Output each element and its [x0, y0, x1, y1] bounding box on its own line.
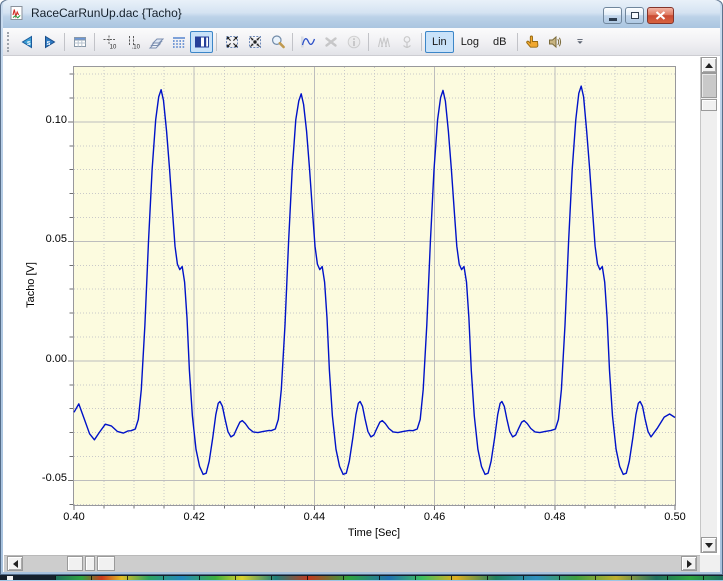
vertical-scroll-thumb[interactable] — [701, 73, 717, 98]
horizontal-split-handle[interactable] — [85, 556, 95, 571]
scroll-left-button[interactable] — [7, 556, 23, 571]
prev-triangle-s-icon: s — [19, 34, 35, 50]
scroll-right-button[interactable] — [681, 556, 697, 571]
background-window-strip — [0, 575, 723, 581]
restore-icon — [631, 12, 639, 19]
y-tick-label: 0.10 — [3, 114, 67, 126]
toolbar-separator — [94, 33, 95, 51]
horizontal-scroll-thumb[interactable] — [67, 556, 83, 571]
scroll-up-icon — [705, 59, 713, 68]
waveform-chart[interactable] — [74, 67, 675, 505]
zoom-tool-button[interactable] — [266, 31, 289, 53]
svg-text:.10: .10 — [131, 44, 140, 50]
y-tick-label: -0.05 — [3, 472, 67, 484]
x-axis-label: Time [Sec] — [348, 527, 400, 539]
zoom-out-full-button[interactable] — [220, 31, 243, 53]
table-icon — [72, 34, 88, 50]
speaker-icon — [547, 34, 563, 50]
toolbar-separator — [216, 33, 217, 51]
toolbar-separator — [368, 33, 369, 51]
scroll-right-icon — [687, 560, 696, 568]
magnifier-icon — [270, 34, 286, 50]
plot-area[interactable] — [73, 66, 676, 506]
signal-document-icon — [9, 5, 25, 21]
lin-scale-button[interactable]: Lin — [425, 31, 454, 53]
x-tick-label: 0.50 — [664, 511, 685, 523]
vertical-scrollbar[interactable] — [700, 57, 717, 553]
cross-icon — [323, 34, 339, 50]
scroll-left-icon — [9, 560, 18, 568]
svg-text:s: s — [26, 39, 30, 46]
titlebar[interactable]: RaceCarRunUp.dac {Tacho} — [3, 0, 720, 28]
db-scale-button[interactable]: dB — [486, 31, 513, 53]
prev-section-button[interactable]: s — [15, 31, 38, 53]
info-icon — [346, 34, 362, 50]
vertical-split-handle[interactable] — [701, 99, 717, 111]
crosshair-10-icon: 10 — [102, 34, 118, 50]
hand-pointer-icon — [524, 34, 540, 50]
plot-panel: Tacho [V] Time [Sec] 0.40 0.42 0.44 0.46 0.4… — [3, 56, 700, 554]
plot-window-content: Tacho [V] Time [Sec] 0.40 0.42 0.44 0.46 0.4… — [3, 56, 720, 572]
vlines-10-icon: .10 — [125, 34, 141, 50]
toolbar: s s 10 .10 LinLogdB — [3, 28, 720, 56]
minimize-button[interactable] — [603, 7, 622, 24]
table-view-button[interactable] — [68, 31, 91, 53]
wave-icon — [300, 34, 316, 50]
x-tick-label: 0.44 — [304, 511, 325, 523]
expand-arrows-icon — [224, 34, 240, 50]
toolbar-separator — [64, 33, 65, 51]
window-title: RaceCarRunUp.dac {Tacho} — [31, 6, 182, 20]
pointer-mode-button[interactable] — [521, 31, 544, 53]
x-tick-label: 0.40 — [63, 511, 84, 523]
edit-signal-button[interactable] — [296, 31, 319, 53]
dashed-rows-icon — [171, 34, 187, 50]
next-triangle-s-icon: s — [42, 34, 58, 50]
delete-signal-button — [319, 31, 342, 53]
app-window: RaceCarRunUp.dac {Tacho} s s 10 .10 LinLogdB… — [0, 0, 723, 575]
split-panel-icon — [194, 34, 210, 50]
close-button[interactable] — [647, 7, 674, 24]
horizontal-scroll-thumb-2[interactable] — [97, 556, 115, 571]
toolbar-drag-handle[interactable] — [7, 32, 12, 52]
restore-button[interactable] — [625, 7, 644, 24]
grid-rows-button[interactable] — [167, 31, 190, 53]
y-axis-label: Tacho [V] — [25, 262, 37, 308]
svg-text:s: s — [46, 39, 50, 46]
info-button — [342, 31, 365, 53]
plumb-icon — [399, 34, 415, 50]
probe-button — [395, 31, 418, 53]
minimize-icon — [609, 18, 617, 21]
audio-replay-button[interactable] — [544, 31, 567, 53]
shrink-arrows-icon — [247, 34, 263, 50]
waterfall-button — [372, 31, 395, 53]
scrollbar-corner — [700, 555, 720, 572]
scroll-down-button[interactable] — [701, 537, 717, 553]
x-tick-label: 0.48 — [544, 511, 565, 523]
y-tick-label: 0.00 — [3, 353, 67, 365]
cursor-values-button[interactable]: 10 — [98, 31, 121, 53]
x-tick-label: 0.42 — [183, 511, 204, 523]
scroll-up-button[interactable] — [701, 57, 717, 73]
x-cursor-button[interactable]: .10 — [121, 31, 144, 53]
svg-text:10: 10 — [109, 44, 116, 50]
scroll-down-icon — [705, 543, 713, 552]
next-section-button[interactable]: s — [38, 31, 61, 53]
toolbar-separator — [421, 33, 422, 51]
stacked-pages-icon — [148, 34, 164, 50]
x-tick-label: 0.46 — [424, 511, 445, 523]
toolbar-separator — [292, 33, 293, 51]
comb-icon — [376, 34, 392, 50]
y-tick-label: 0.05 — [3, 233, 67, 245]
close-icon — [655, 11, 666, 20]
toolbar-separator — [517, 33, 518, 51]
overflow-chevron-icon — [574, 34, 586, 50]
log-scale-button[interactable]: Log — [454, 31, 486, 53]
cascade-views-button[interactable] — [144, 31, 167, 53]
toolbar-overflow[interactable] — [573, 31, 587, 53]
zoom-in-button[interactable] — [243, 31, 266, 53]
single-display-button[interactable] — [190, 31, 213, 53]
horizontal-scrollbar[interactable] — [4, 555, 700, 572]
